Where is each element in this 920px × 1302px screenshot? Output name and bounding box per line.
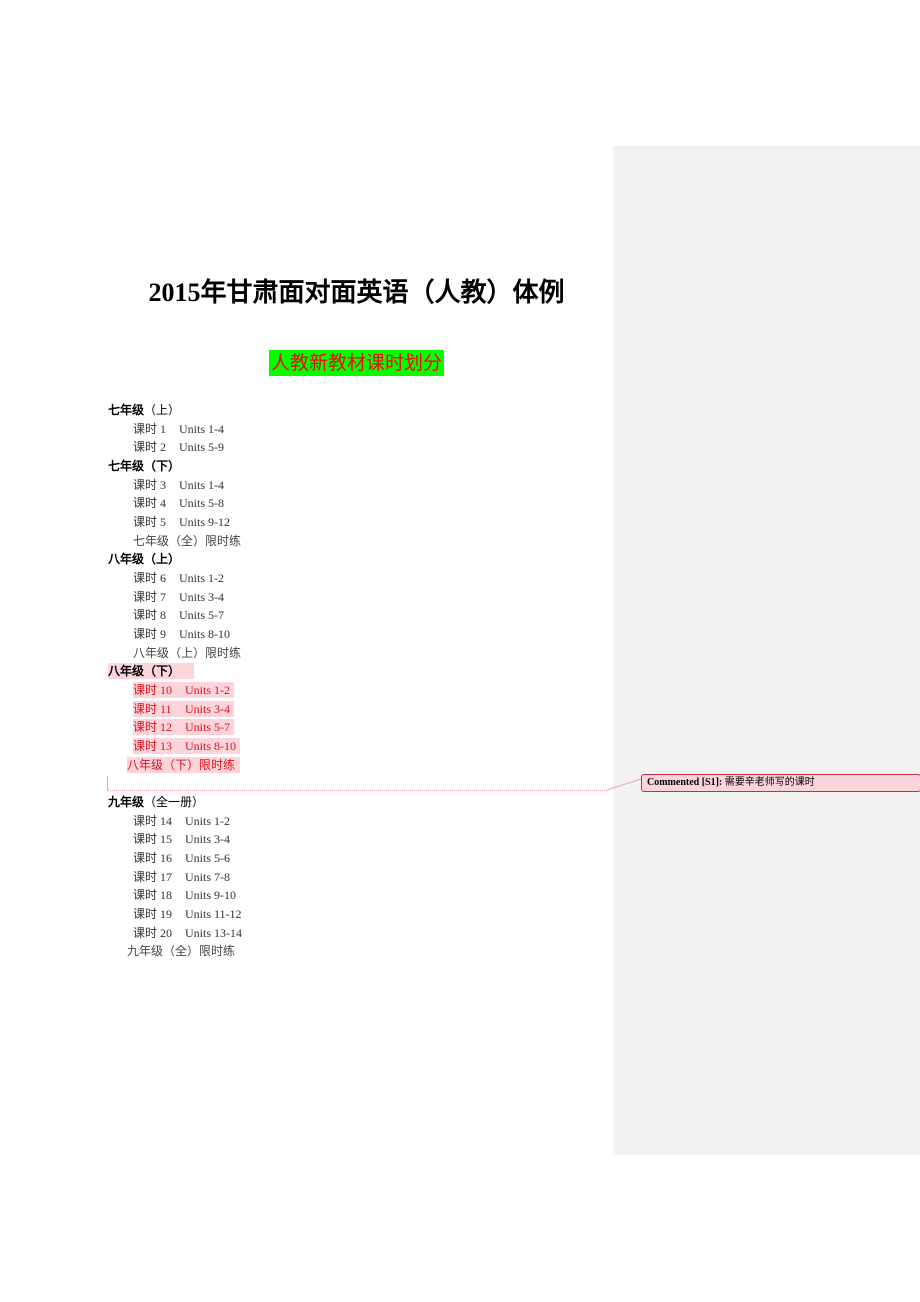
lesson-number: 课时 20 (133, 926, 173, 940)
grade-label: 七年级 (108, 403, 145, 417)
lesson-item-inserted: 课时 11 Units 3-4 (133, 701, 234, 717)
lesson-number: 课时 17 (133, 870, 173, 884)
lesson-number: 课时 6 (133, 571, 167, 585)
comment-balloon[interactable]: Commented [S1]: 需要辛老师写的课时 (641, 774, 920, 792)
lesson-units: Units 3-4 (185, 832, 230, 846)
lesson-units: Units 5-7 (179, 608, 224, 622)
grade-paren: （下） (144, 459, 181, 473)
lesson-number: 课时 8 (133, 608, 167, 622)
lesson-units: Units 5-7 (185, 720, 230, 734)
lesson-item: 课时 6 Units 1-2 (133, 570, 224, 586)
lesson-number: 课时 11 (133, 702, 172, 716)
lesson-units: Units 8-10 (185, 739, 236, 753)
grade-heading: 七年级（下） (108, 458, 180, 474)
lesson-item: 课时 5 Units 9-12 (133, 514, 230, 530)
lesson-item: 课时 1 Units 1-4 (133, 421, 224, 437)
lesson-number: 课时 10 (133, 683, 173, 697)
grade-label: 七年级 (108, 459, 145, 473)
grade-paren: （上） (144, 552, 181, 566)
lesson-item: 课时 2 Units 5-9 (133, 439, 224, 455)
lesson-units: Units 5-8 (179, 496, 224, 510)
lesson-units: Units 8-10 (179, 627, 230, 641)
lesson-number: 课时 14 (133, 814, 173, 828)
lesson-item: 课时 18 Units 9-10 (133, 887, 236, 903)
lesson-number: 课时 2 (133, 440, 167, 454)
lesson-units: Units 9-10 (185, 888, 236, 902)
lesson-units: Units 5-6 (185, 851, 230, 865)
lesson-number: 课时 12 (133, 720, 173, 734)
lesson-number: 课时 15 (133, 832, 173, 846)
lesson-units: Units 1-2 (185, 683, 230, 697)
lesson-item: 课时 17 Units 7-8 (133, 869, 230, 885)
grade-heading: 七年级（上） (108, 402, 180, 418)
grade-paren: （下） (144, 664, 181, 678)
lesson-number: 课时 5 (133, 515, 167, 529)
grade-label: 八年级 (108, 552, 145, 566)
lesson-units: Units 1-4 (179, 478, 224, 492)
lesson-units: Units 13-14 (185, 926, 242, 940)
lesson-number: 课时 1 (133, 422, 167, 436)
lesson-item: 课时 19 Units 11-12 (133, 906, 242, 922)
document-subtitle: 人教新教材课时划分 (268, 350, 444, 376)
lesson-item: 课时 4 Units 5-8 (133, 495, 224, 511)
lesson-units: Units 9-12 (179, 515, 230, 529)
lesson-item: 课时 9 Units 8-10 (133, 626, 230, 642)
lesson-number: 课时 16 (133, 851, 173, 865)
document-title: 2015年甘肃面对面英语（人教）体例 (148, 278, 565, 307)
lesson-item: 课时 8 Units 5-7 (133, 607, 224, 623)
lesson-item-inserted: 课时 12 Units 5-7 (133, 719, 234, 735)
lesson-number: 课时 13 (133, 739, 173, 753)
lesson-units: Units 1-2 (185, 814, 230, 828)
grade-paren: （全一册） (144, 795, 205, 809)
lesson-number: 课时 4 (133, 496, 167, 510)
lesson-item-inserted: 课时 13 Units 8-10 (133, 738, 240, 754)
grade-label: 九年级 (108, 795, 145, 809)
grade-heading: 九年级（全一册） (108, 794, 204, 810)
lesson-number: 课时 18 (133, 888, 173, 902)
lesson-item: 课时 7 Units 3-4 (133, 589, 224, 605)
lesson-number: 课时 7 (133, 590, 167, 604)
lesson-units: Units 1-4 (179, 422, 224, 436)
subtitle-wrapper: 人教新教材课时划分 (0, 350, 713, 376)
practice-item: 九年级（全）限时练 (127, 944, 236, 958)
lesson-item: 课时 16 Units 5-6 (133, 850, 230, 866)
lesson-number: 课时 3 (133, 478, 167, 492)
lesson-item: 课时 20 Units 13-14 (133, 925, 242, 941)
lesson-units: Units 1-2 (179, 571, 224, 585)
lesson-units: Units 7-8 (185, 870, 230, 884)
grade-label: 八年级 (108, 664, 145, 678)
grade-paren: （上） (144, 403, 181, 417)
practice-item: 八年级（上）限时练 (133, 646, 242, 660)
grade-heading-highlighted: 八年级（下） (108, 663, 195, 679)
lesson-units: Units 11-12 (185, 907, 242, 921)
comment-anchor-bar (107, 776, 108, 790)
lesson-item: 课时 3 Units 1-4 (133, 477, 224, 493)
comment-connector-diagonal (606, 778, 642, 791)
lesson-units: Units 5-9 (179, 440, 224, 454)
lesson-number: 课时 19 (133, 907, 173, 921)
lesson-units: Units 3-4 (179, 590, 224, 604)
practice-item: 七年级（全）限时练 (133, 534, 242, 548)
comment-label: Commented [S1]: (647, 777, 723, 788)
lesson-units: Units 3-4 (185, 702, 230, 716)
grade-heading: 八年级（上） (108, 551, 180, 567)
comment-connector-line (107, 790, 607, 791)
lesson-item: 课时 15 Units 3-4 (133, 831, 230, 847)
comment-text: 需要辛老师写的课时 (724, 777, 815, 788)
practice-item-inserted: 八年级（下）限时练 (127, 757, 241, 773)
lesson-item-inserted: 课时 10 Units 1-2 (133, 682, 234, 698)
lesson-number: 课时 9 (133, 627, 167, 641)
lesson-item: 课时 14 Units 1-2 (133, 813, 230, 829)
